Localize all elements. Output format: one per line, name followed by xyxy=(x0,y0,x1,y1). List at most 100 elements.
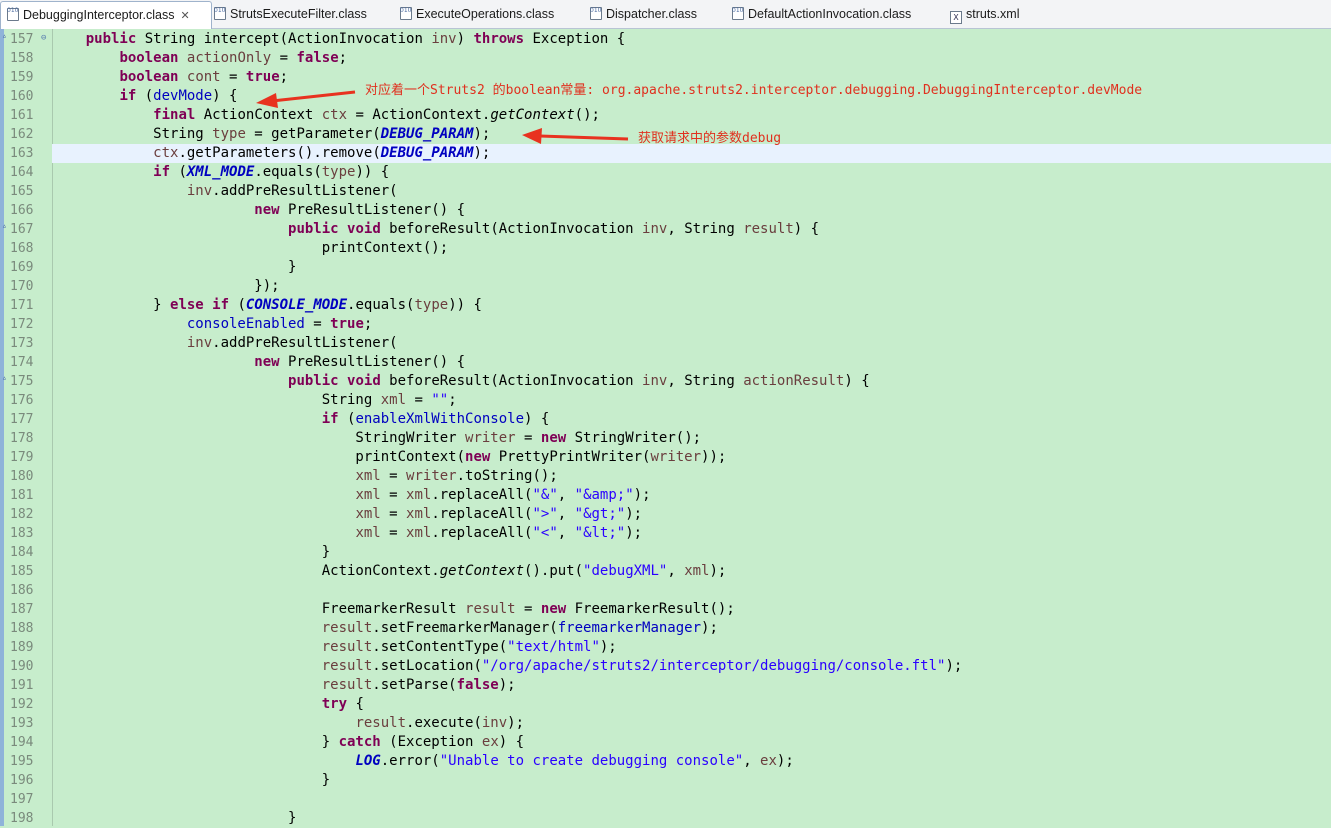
code-token: xml xyxy=(355,525,381,541)
code-token: inv xyxy=(431,31,457,47)
code-line[interactable]: inv.addPreResultListener( xyxy=(52,182,1331,201)
code-token: String xyxy=(52,392,381,408)
class-file-icon xyxy=(590,0,602,23)
code-token: ( xyxy=(170,164,187,180)
code-line[interactable] xyxy=(52,790,1331,809)
code-token: )); xyxy=(701,449,727,465)
class-file-icon xyxy=(7,0,19,24)
code-line[interactable]: result.setLocation("/org/apache/struts2/… xyxy=(52,657,1331,676)
code-line[interactable]: result.setFreemarkerManager(freemarkerMa… xyxy=(52,619,1331,638)
code-token: StringWriter xyxy=(52,430,466,446)
tab-default-action-invocation[interactable]: DefaultActionInvocation.class xyxy=(732,0,911,27)
line-number: 182 xyxy=(10,507,34,522)
code-line[interactable]: inv.addPreResultListener( xyxy=(52,334,1331,353)
code-token: ) { xyxy=(498,734,525,750)
code-token: getContext xyxy=(490,107,575,123)
code-token: ; xyxy=(338,50,348,66)
code-token: ); xyxy=(709,563,727,579)
code-token: .toString(); xyxy=(456,468,558,484)
code-line[interactable]: ctx.getParameters().remove(DEBUG_PARAM); xyxy=(52,144,1331,163)
line-number: 173 xyxy=(10,336,34,351)
code-line[interactable]: final ActionContext ctx = ActionContext.… xyxy=(52,106,1331,125)
code-editor[interactable]: 157 ▵ ⊖ 158 159 160 161 162 163 164 165 166 167 ▵ 168 1… xyxy=(0,29,1331,826)
code-token: xml xyxy=(355,506,381,522)
code-token: .setLocation( xyxy=(372,658,482,674)
code-line[interactable]: public void beforeResult(ActionInvocatio… xyxy=(52,372,1331,391)
code-token: void xyxy=(347,221,381,237)
tab-dispatcher[interactable]: Dispatcher.class xyxy=(590,0,697,27)
code-token: actionResult xyxy=(743,373,845,389)
tab-struts-xml[interactable]: Xstruts.xml xyxy=(950,2,1019,27)
code-line[interactable]: if (enableXmlWithConsole) { xyxy=(52,410,1331,429)
code-token: StringWriter(); xyxy=(566,430,702,446)
line-number-ruler: 157 ▵ ⊖ 158 159 160 161 162 163 164 165 166 167 ▵ 168 1… xyxy=(0,29,53,826)
code-line[interactable] xyxy=(52,581,1331,600)
code-line[interactable]: } xyxy=(52,809,1331,828)
line-number: 171 xyxy=(10,298,34,313)
code-line[interactable]: FreemarkerResult result = new Freemarker… xyxy=(52,600,1331,619)
tab-debugging-interceptor[interactable]: DebuggingInterceptor.class ✕ xyxy=(0,0,212,30)
code-line[interactable]: }); xyxy=(52,277,1331,296)
code-line[interactable]: xml = xml.replaceAll("&", "&amp;"); xyxy=(52,486,1331,505)
code-line[interactable]: } xyxy=(52,771,1331,790)
code-token: inv xyxy=(186,335,213,351)
code-line[interactable]: } catch (Exception ex) { xyxy=(52,733,1331,752)
code-token: boolean xyxy=(119,50,179,66)
code-line[interactable]: } xyxy=(52,543,1331,562)
line-number: 160 xyxy=(10,89,34,104)
code-line[interactable]: } else if (CONSOLE_MODE.equals(type)) { xyxy=(52,296,1331,315)
code-line[interactable]: String xml = ""; xyxy=(52,391,1331,410)
code-token: true xyxy=(330,316,364,332)
code-token: }); xyxy=(52,278,280,294)
code-line[interactable]: try { xyxy=(52,695,1331,714)
close-icon[interactable]: ✕ xyxy=(180,3,189,30)
line-number: 180 xyxy=(10,469,34,484)
code-token: (Exception xyxy=(380,734,482,750)
code-line[interactable]: public void beforeResult(ActionInvocatio… xyxy=(52,220,1331,239)
code-line[interactable]: ActionContext.getContext().put("debugXML… xyxy=(52,562,1331,581)
class-file-icon xyxy=(214,0,226,23)
override-marker-icon[interactable]: ▵ xyxy=(2,32,9,40)
code-line[interactable]: result.setParse(false); xyxy=(52,676,1331,695)
code-token: } xyxy=(52,772,331,788)
tab-execute-operations[interactable]: ExecuteOperations.class xyxy=(400,0,554,27)
code-line[interactable]: new PreResultListener() { xyxy=(52,201,1331,220)
code-line[interactable]: xml = xml.replaceAll(">", "&gt;"); xyxy=(52,505,1331,524)
code-line[interactable]: xml = writer.toString(); xyxy=(52,467,1331,486)
code-token: xml xyxy=(406,525,432,541)
code-line[interactable]: } xyxy=(52,258,1331,277)
code-line[interactable]: printContext(); xyxy=(52,239,1331,258)
line-number: 196 xyxy=(10,773,34,788)
tab-struts-execute-filter[interactable]: StrutsExecuteFilter.class xyxy=(214,0,367,27)
fold-toggle-icon[interactable]: ⊖ xyxy=(41,34,49,43)
code-token: PreResultListener() { xyxy=(279,202,466,218)
line-number: 187 xyxy=(10,602,34,617)
code-token: new xyxy=(465,449,491,465)
code-token: writer xyxy=(406,468,457,484)
code-line[interactable]: result.setContentType("text/html"); xyxy=(52,638,1331,657)
override-marker-icon[interactable]: ▵ xyxy=(2,374,9,382)
code-line[interactable]: public String intercept(ActionInvocation… xyxy=(52,30,1331,49)
code-line[interactable]: if (XML_MODE.equals(type)) { xyxy=(52,163,1331,182)
tab-label: struts.xml xyxy=(966,7,1020,21)
line-number: 198 xyxy=(10,811,34,826)
code-line[interactable]: boolean actionOnly = false; xyxy=(52,49,1331,68)
code-line[interactable]: StringWriter writer = new StringWriter()… xyxy=(52,429,1331,448)
code-line[interactable]: new PreResultListener() { xyxy=(52,353,1331,372)
code-line[interactable]: printContext(new PrettyPrintWriter(write… xyxy=(52,448,1331,467)
code-token: .replaceAll( xyxy=(431,506,533,522)
code-line[interactable]: xml = xml.replaceAll("<", "&lt;"); xyxy=(52,524,1331,543)
code-token: .addPreResultListener( xyxy=(212,183,398,199)
code-line[interactable]: consoleEnabled = true; xyxy=(52,315,1331,334)
code-line[interactable]: result.execute(inv); xyxy=(52,714,1331,733)
code-token: else xyxy=(170,297,204,313)
override-marker-icon[interactable]: ▵ xyxy=(2,222,9,230)
code-line[interactable]: LOG.error("Unable to create debugging co… xyxy=(52,752,1331,771)
